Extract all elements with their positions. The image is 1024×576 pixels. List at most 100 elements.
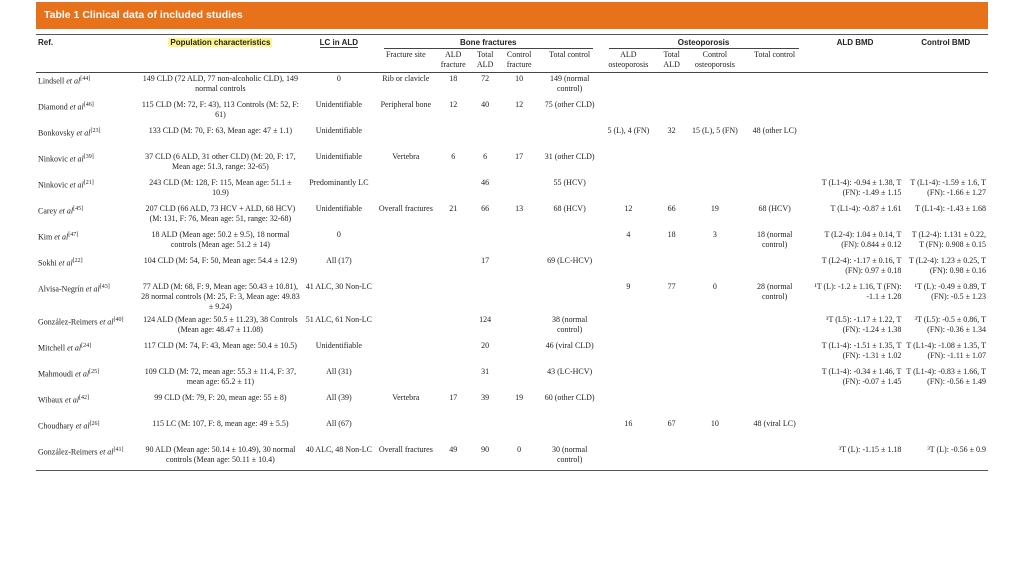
- fracture-site-cell: [376, 255, 436, 281]
- table-figure: Table 1 Clinical data of included studie…: [36, 2, 988, 574]
- citation-number: [26]: [89, 420, 100, 427]
- table-title: Table 1 Clinical data of included studie…: [36, 2, 988, 29]
- ald-osteoporosis-cell: 12: [624, 204, 633, 213]
- control-fracture-cell: [500, 314, 539, 340]
- population-cell: 117 CLD (M: 74, F: 43, Mean age: 50.4 ± …: [143, 340, 297, 350]
- header-ald-fracture: ALD fracture: [435, 50, 471, 73]
- control-osteoporosis-cell: [687, 314, 743, 340]
- citation-number: [42]: [79, 394, 90, 401]
- ald-fracture-cell: 12: [449, 100, 458, 109]
- citation-number: [45]: [73, 206, 84, 212]
- lc-cell: All (67): [326, 418, 352, 428]
- total-ald-fracture-cell: 31: [481, 366, 490, 376]
- control-osteoporosis-cell: 15 (L), 5 (FN): [692, 126, 738, 135]
- total-ald-osteoporosis-cell: [656, 255, 687, 281]
- total-ald-osteoporosis-cell: [656, 73, 687, 100]
- control-bmd-cell: ¹T (L): -0.49 ± 0.89, T (FN): -0.5 ± 1.2…: [914, 282, 986, 302]
- population-cell: 124 ALD (Mean age: 50.5 ± 11.23), 38 Con…: [143, 314, 298, 334]
- et-al-text: et al: [57, 206, 74, 216]
- header-osteoporosis: Osteoporosis: [601, 35, 807, 50]
- reference-cell: Ninkovic et al[39]: [36, 151, 139, 177]
- ald-fracture-cell: 17: [449, 392, 458, 402]
- citation-number: [25]: [89, 368, 100, 375]
- ald-bmd-cell: ³T (L5): -1.17 ± 1.22, T (FN): -1.24 ± 1…: [826, 314, 902, 334]
- total-ald-fracture-cell: [471, 281, 500, 314]
- citation-number: [43]: [99, 284, 110, 290]
- ald-fracture-cell: [436, 125, 471, 151]
- total-control-osteoporosis-cell: 28 (normal control): [756, 282, 793, 302]
- header-lc-in-ald: LC in ALD: [319, 38, 359, 48]
- control-fracture-cell: [500, 229, 539, 255]
- fracture-site-cell: Vertebra: [392, 152, 420, 161]
- ald-osteoporosis-cell: 9: [626, 282, 631, 291]
- control-osteoporosis-cell: [687, 392, 743, 418]
- total-control-fracture-cell: [539, 418, 601, 444]
- author-name: Bonkovsky: [38, 128, 75, 138]
- lc-cell: Unidentifiable: [315, 204, 362, 213]
- header-control-bmd: Control BMD: [921, 38, 971, 47]
- total-control-osteoporosis-cell: 68 (HCV): [758, 204, 791, 213]
- total-ald-osteoporosis-cell: 32: [667, 126, 676, 135]
- control-osteoporosis-cell: [687, 444, 743, 470]
- population-cell: 243 CLD (M: 128, F: 115, Mean age: 51.1 …: [149, 178, 292, 198]
- ald-fracture-cell: [436, 418, 471, 444]
- fracture-site-cell: Vertebra: [392, 392, 420, 402]
- table-row: Kim et al[47] 18 ALD (Mean age: 50.2 ± 9.…: [36, 229, 988, 255]
- lc-cell: Predominantly LC: [309, 178, 369, 187]
- author-name: Diamond: [38, 102, 68, 112]
- ald-bmd-cell: ³T (L): -1.15 ± 1.18: [838, 444, 902, 454]
- total-control-fracture-cell: 38 (normal control): [551, 314, 588, 334]
- ald-bmd-cell: [807, 151, 904, 177]
- ald-bmd-cell: [807, 99, 904, 125]
- control-bmd-cell: T (L2-4): 1.23 ± 0.25, T (FN): 0.98 ± 0.…: [909, 256, 986, 276]
- total-control-fracture-cell: 43 (LC-HCV): [547, 366, 593, 376]
- ald-bmd-cell: T (L1-4): -0.34 ± 1.46, T (FN): -0.07 ± …: [821, 366, 902, 386]
- author-name: Sokhi: [38, 258, 57, 268]
- table-row: Bonkovsky et al[23] 133 CLD (M: 70, F: 63…: [36, 125, 988, 151]
- citation-number: [39]: [83, 154, 94, 160]
- total-ald-osteoporosis-cell: 67: [667, 418, 676, 428]
- total-control-osteoporosis-cell: [743, 73, 807, 100]
- total-ald-osteoporosis-cell: [656, 177, 687, 203]
- control-osteoporosis-cell: [687, 366, 743, 392]
- ald-bmd-cell: [807, 418, 904, 444]
- population-cell: 207 CLD (66 ALD, 73 HCV + ALD, 68 HCV) (…: [145, 204, 296, 224]
- ald-fracture-cell: 18: [449, 74, 458, 83]
- ald-fracture-cell: [436, 255, 471, 281]
- total-control-osteoporosis-cell: [743, 366, 807, 392]
- fracture-site-cell: [376, 314, 436, 340]
- control-bmd-cell: [903, 125, 988, 151]
- control-fracture-cell: 12: [515, 100, 524, 109]
- control-bmd-cell: T (L1-4): -1.08 ± 1.35, T (FN): -1.11 ± …: [906, 340, 986, 360]
- ald-fracture-cell: 49: [449, 444, 458, 454]
- ald-fracture-cell: [436, 177, 471, 203]
- fracture-site-cell: [376, 366, 436, 392]
- population-cell: 109 CLD (M: 72, mean age: 55.3 ± 11.4, F…: [144, 366, 297, 386]
- ald-osteoporosis-cell: [601, 392, 657, 418]
- header-ref: Ref.: [38, 38, 54, 47]
- fracture-site-cell: Overall fractures: [378, 204, 433, 213]
- fracture-site-cell: [376, 340, 436, 366]
- control-fracture-cell: [500, 281, 539, 314]
- citation-number: [41]: [113, 446, 124, 453]
- lc-cell: Unidentifiable: [315, 126, 362, 135]
- reference-cell: Wibaux et al[42]: [36, 392, 139, 418]
- fracture-site-cell: Rib or clavicle: [382, 74, 430, 83]
- control-osteoporosis-cell: 0: [712, 282, 717, 291]
- reference-cell: Lindsell et al[44]: [36, 73, 139, 100]
- total-ald-osteoporosis-cell: [656, 340, 687, 366]
- table-row: Wibaux et al[42] 99 CLD (M: 79, F: 20, me…: [36, 392, 988, 418]
- total-control-fracture-cell: [539, 281, 601, 314]
- table-row: Ninkovic et al[21] 243 CLD (M: 128, F: 11…: [36, 177, 988, 203]
- control-bmd-cell: T (L1-4): -0.83 ± 1.66, T (FN): -0.56 ± …: [906, 366, 986, 386]
- control-fracture-cell: [500, 340, 539, 366]
- author-name: González-Reimers: [38, 447, 98, 457]
- header-ald-osteoporosis: ALD osteoporosis: [600, 50, 657, 73]
- population-cell: 90 ALD (Mean age: 50.14 ± 10.49), 30 nor…: [145, 444, 296, 464]
- et-al-text: et al: [67, 180, 84, 190]
- control-fracture-cell: 13: [515, 204, 524, 213]
- table-row: Diamond et al[46] 115 CLD (M: 72, F: 43),…: [36, 99, 988, 125]
- ald-osteoporosis-cell: [601, 255, 657, 281]
- et-al-text: et al: [73, 369, 90, 379]
- total-control-osteoporosis-cell: [743, 255, 807, 281]
